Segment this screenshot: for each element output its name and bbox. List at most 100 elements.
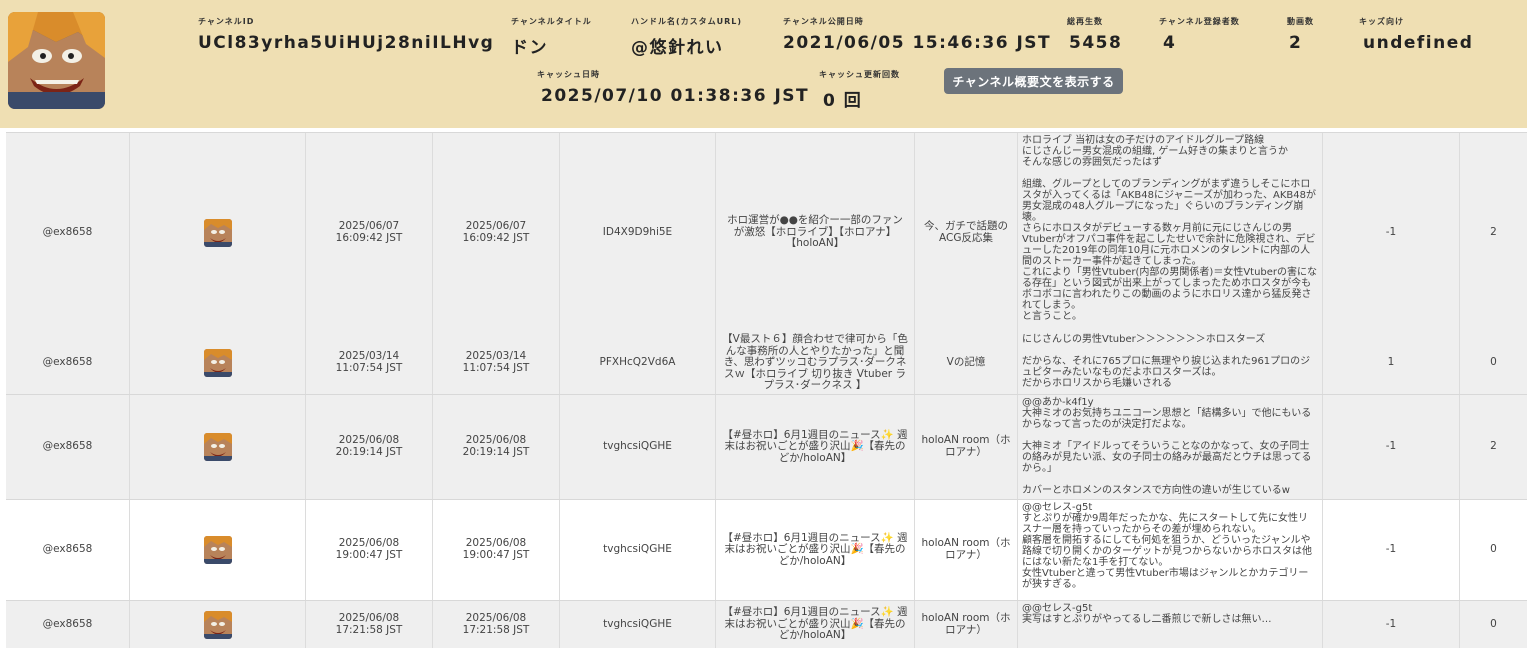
videos-field: 動画数 2: [1287, 16, 1314, 53]
author-cell[interactable]: @ex8658: [6, 395, 129, 499]
author-cell[interactable]: @ex8658: [6, 332, 129, 394]
avatar-cell: [129, 601, 305, 648]
cached-at-value: 2025/07/10 01:38:36 JST: [541, 86, 810, 106]
comment-cell: @@セレス-g5t 実写はすとぷりがやってるし二番煎じで新しさは無い…: [1017, 601, 1322, 648]
avatar[interactable]: [203, 349, 232, 377]
views-value: 5458: [1069, 33, 1123, 53]
video-title-cell[interactable]: ホロ運営が●●を紹介ー一部のファンが激怒【ホロライブ】【ホロアナ】【holoAN…: [715, 133, 914, 332]
author-cell[interactable]: @ex8658: [6, 500, 129, 600]
published-date-cell: 2025/06/08 20:19:14 JST: [305, 395, 432, 499]
channel-title-value: ドン: [511, 38, 548, 58]
kids-field: キッズ向け undefined: [1359, 16, 1473, 53]
video-title-cell[interactable]: 【#昼ホロ】6月1週目のニュース✨ 週末はお祝いごとが盛り沢山🎉【春先のどか/h…: [715, 395, 914, 499]
videos-value: 2: [1289, 33, 1303, 53]
likes-cell: -1: [1322, 601, 1459, 648]
channel-cell[interactable]: holoAN room（ホロアナ）: [914, 395, 1017, 499]
channel-header: チャンネルID UCl83yrha5UiHUj28niILHvg チャンネルタイ…: [0, 0, 1527, 128]
avatar-image-icon: [203, 433, 232, 461]
cached-at-field: キャッシュ日時 2025/07/10 01:38:36 JST: [537, 69, 809, 106]
channel-id-value: UCl83yrha5UiHUj28niILHvg: [198, 33, 495, 53]
avatar-image-icon: [203, 349, 232, 377]
replies-cell: 0: [1459, 332, 1527, 394]
kids-label: キッズ向け: [1359, 17, 1404, 26]
table-row: @ex8658 2025/06/07 16:09:42 JST 2025/06/…: [6, 132, 1527, 332]
comment-text: @@セレス-g5t すとぷりが確か9周年だったかな、先にスタートして先に女性リス…: [1022, 502, 1312, 590]
comment-cell: ホロライブ 当初は女の子だけのアイドルグループ路線 にじさんじー男女混成の組織,…: [1017, 133, 1322, 332]
channel-cell[interactable]: holoAN room（ホロアナ）: [914, 601, 1017, 648]
avatar-cell: [129, 332, 305, 394]
video-id-cell[interactable]: ID4X9D9hi5E: [559, 133, 715, 332]
subscribers-value: 4: [1163, 33, 1177, 53]
kids-value: undefined: [1363, 33, 1474, 53]
published-value: 2021/06/05 15:46:36 JST: [783, 33, 1052, 53]
comment-text: ホロライブ 当初は女の子だけのアイドルグループ路線 にじさんじー男女混成の組織,…: [1022, 135, 1318, 322]
views-field: 総再生数 5458: [1067, 16, 1122, 53]
channel-cell[interactable]: holoAN room（ホロアナ）: [914, 500, 1017, 600]
updated-date-cell: 2025/03/14 11:07:54 JST: [432, 332, 559, 394]
channel-cell[interactable]: 今、ガチで話題のACG反応集: [914, 133, 1017, 332]
cache-updates-label: キャッシュ更新回数: [819, 70, 900, 79]
show-description-button[interactable]: チャンネル概要文を表示する: [944, 68, 1123, 94]
video-id-cell[interactable]: tvghcsiQGHE: [559, 395, 715, 499]
avatar-cell: [129, 133, 305, 332]
updated-date-cell: 2025/06/08 19:00:47 JST: [432, 500, 559, 600]
author-cell[interactable]: @ex8658: [6, 601, 129, 648]
published-date-cell: 2025/03/14 11:07:54 JST: [305, 332, 432, 394]
channel-cell[interactable]: Vの記憶: [914, 332, 1017, 394]
likes-cell: -1: [1322, 395, 1459, 499]
table-row: @ex8658 2025/06/08 20:19:14 JST 2025/06/…: [6, 394, 1527, 499]
videos-label: 動画数: [1287, 17, 1314, 26]
avatar-image-icon: [203, 610, 232, 639]
video-title-cell[interactable]: 【#昼ホロ】6月1週目のニュース✨ 週末はお祝いごとが盛り沢山🎉【春先のどか/h…: [715, 601, 914, 648]
avatar[interactable]: [203, 610, 232, 639]
cache-updates-field: キャッシュ更新回数 0 回: [819, 69, 900, 111]
avatar-image-icon: [8, 12, 105, 109]
channel-id-field: チャンネルID UCl83yrha5UiHUj28niILHvg: [198, 16, 494, 53]
replies-cell: 2: [1459, 133, 1527, 332]
published-field: チャンネル公開日時 2021/06/05 15:46:36 JST: [783, 16, 1051, 53]
comment-text: @@あか-k4f1y 大神ミオのお気持ちユニコーン思想と「結構多い」で他にもいる…: [1022, 397, 1312, 496]
likes-cell: -1: [1322, 133, 1459, 332]
published-date-cell: 2025/06/07 16:09:42 JST: [305, 133, 432, 332]
published-label: チャンネル公開日時: [783, 17, 864, 26]
updated-date-cell: 2025/06/07 16:09:42 JST: [432, 133, 559, 332]
subscribers-field: チャンネル登録者数 4: [1159, 16, 1240, 53]
author-cell[interactable]: @ex8658: [6, 133, 129, 332]
updated-date-cell: 2025/06/08 20:19:14 JST: [432, 395, 559, 499]
channel-id-label: チャンネルID: [198, 17, 255, 26]
comment-text: にじさんじの男性Vtuber＞＞＞＞＞＞＞ホロスターズ だからな、それに765プ…: [1022, 334, 1311, 389]
video-id-cell[interactable]: PFXHcQ2Vd6A: [559, 332, 715, 394]
published-date-cell: 2025/06/08 17:21:58 JST: [305, 601, 432, 648]
table-row: @ex8658 2025/06/08 19:00:47 JST 2025/06/…: [6, 499, 1527, 600]
video-title-cell[interactable]: 【V最スト６】顔合わせで律可から「色んな事務所の人とやりたかった」と聞き、思わず…: [715, 332, 914, 394]
published-date-cell: 2025/06/08 19:00:47 JST: [305, 500, 432, 600]
comment-cell: @@あか-k4f1y 大神ミオのお気持ちユニコーン思想と「結構多い」で他にもいる…: [1017, 395, 1322, 499]
replies-cell: 0: [1459, 500, 1527, 600]
updated-date-cell: 2025/06/08 17:21:58 JST: [432, 601, 559, 648]
handle-value: @悠針れい: [631, 38, 724, 58]
table-row: @ex8658 2025/06/08 17:21:58 JST 2025/06/…: [6, 600, 1527, 648]
views-label: 総再生数: [1067, 17, 1103, 26]
avatar[interactable]: [203, 218, 232, 247]
video-id-cell[interactable]: tvghcsiQGHE: [559, 601, 715, 648]
avatar[interactable]: [203, 433, 232, 461]
comment-cell: にじさんじの男性Vtuber＞＞＞＞＞＞＞ホロスターズ だからな、それに765プ…: [1017, 332, 1322, 394]
likes-cell: -1: [1322, 500, 1459, 600]
avatar-cell: [129, 500, 305, 600]
avatar[interactable]: [203, 536, 232, 564]
subscribers-label: チャンネル登録者数: [1159, 17, 1240, 26]
handle-field: ハンドル名(カスタムURL) @悠針れい: [631, 16, 742, 58]
video-id-cell[interactable]: tvghcsiQGHE: [559, 500, 715, 600]
channel-avatar: [8, 12, 105, 109]
handle-label: ハンドル名(カスタムURL): [631, 17, 743, 26]
likes-cell: 1: [1322, 332, 1459, 394]
table-row: @ex8658 2025/03/14 11:07:54 JST 2025/03/…: [6, 332, 1527, 394]
comment-cell: @@セレス-g5t すとぷりが確か9周年だったかな、先にスタートして先に女性リス…: [1017, 500, 1322, 600]
video-title-cell[interactable]: 【#昼ホロ】6月1週目のニュース✨ 週末はお祝いごとが盛り沢山🎉【春先のどか/h…: [715, 500, 914, 600]
comment-text: @@セレス-g5t 実写はすとぷりがやってるし二番煎じで新しさは無い…: [1022, 603, 1272, 625]
avatar-cell: [129, 395, 305, 499]
channel-title-label: チャンネルタイトル: [511, 17, 592, 26]
channel-title-field: チャンネルタイトル ドン: [511, 16, 592, 58]
avatar-image-icon: [203, 536, 232, 564]
replies-cell: 2: [1459, 395, 1527, 499]
